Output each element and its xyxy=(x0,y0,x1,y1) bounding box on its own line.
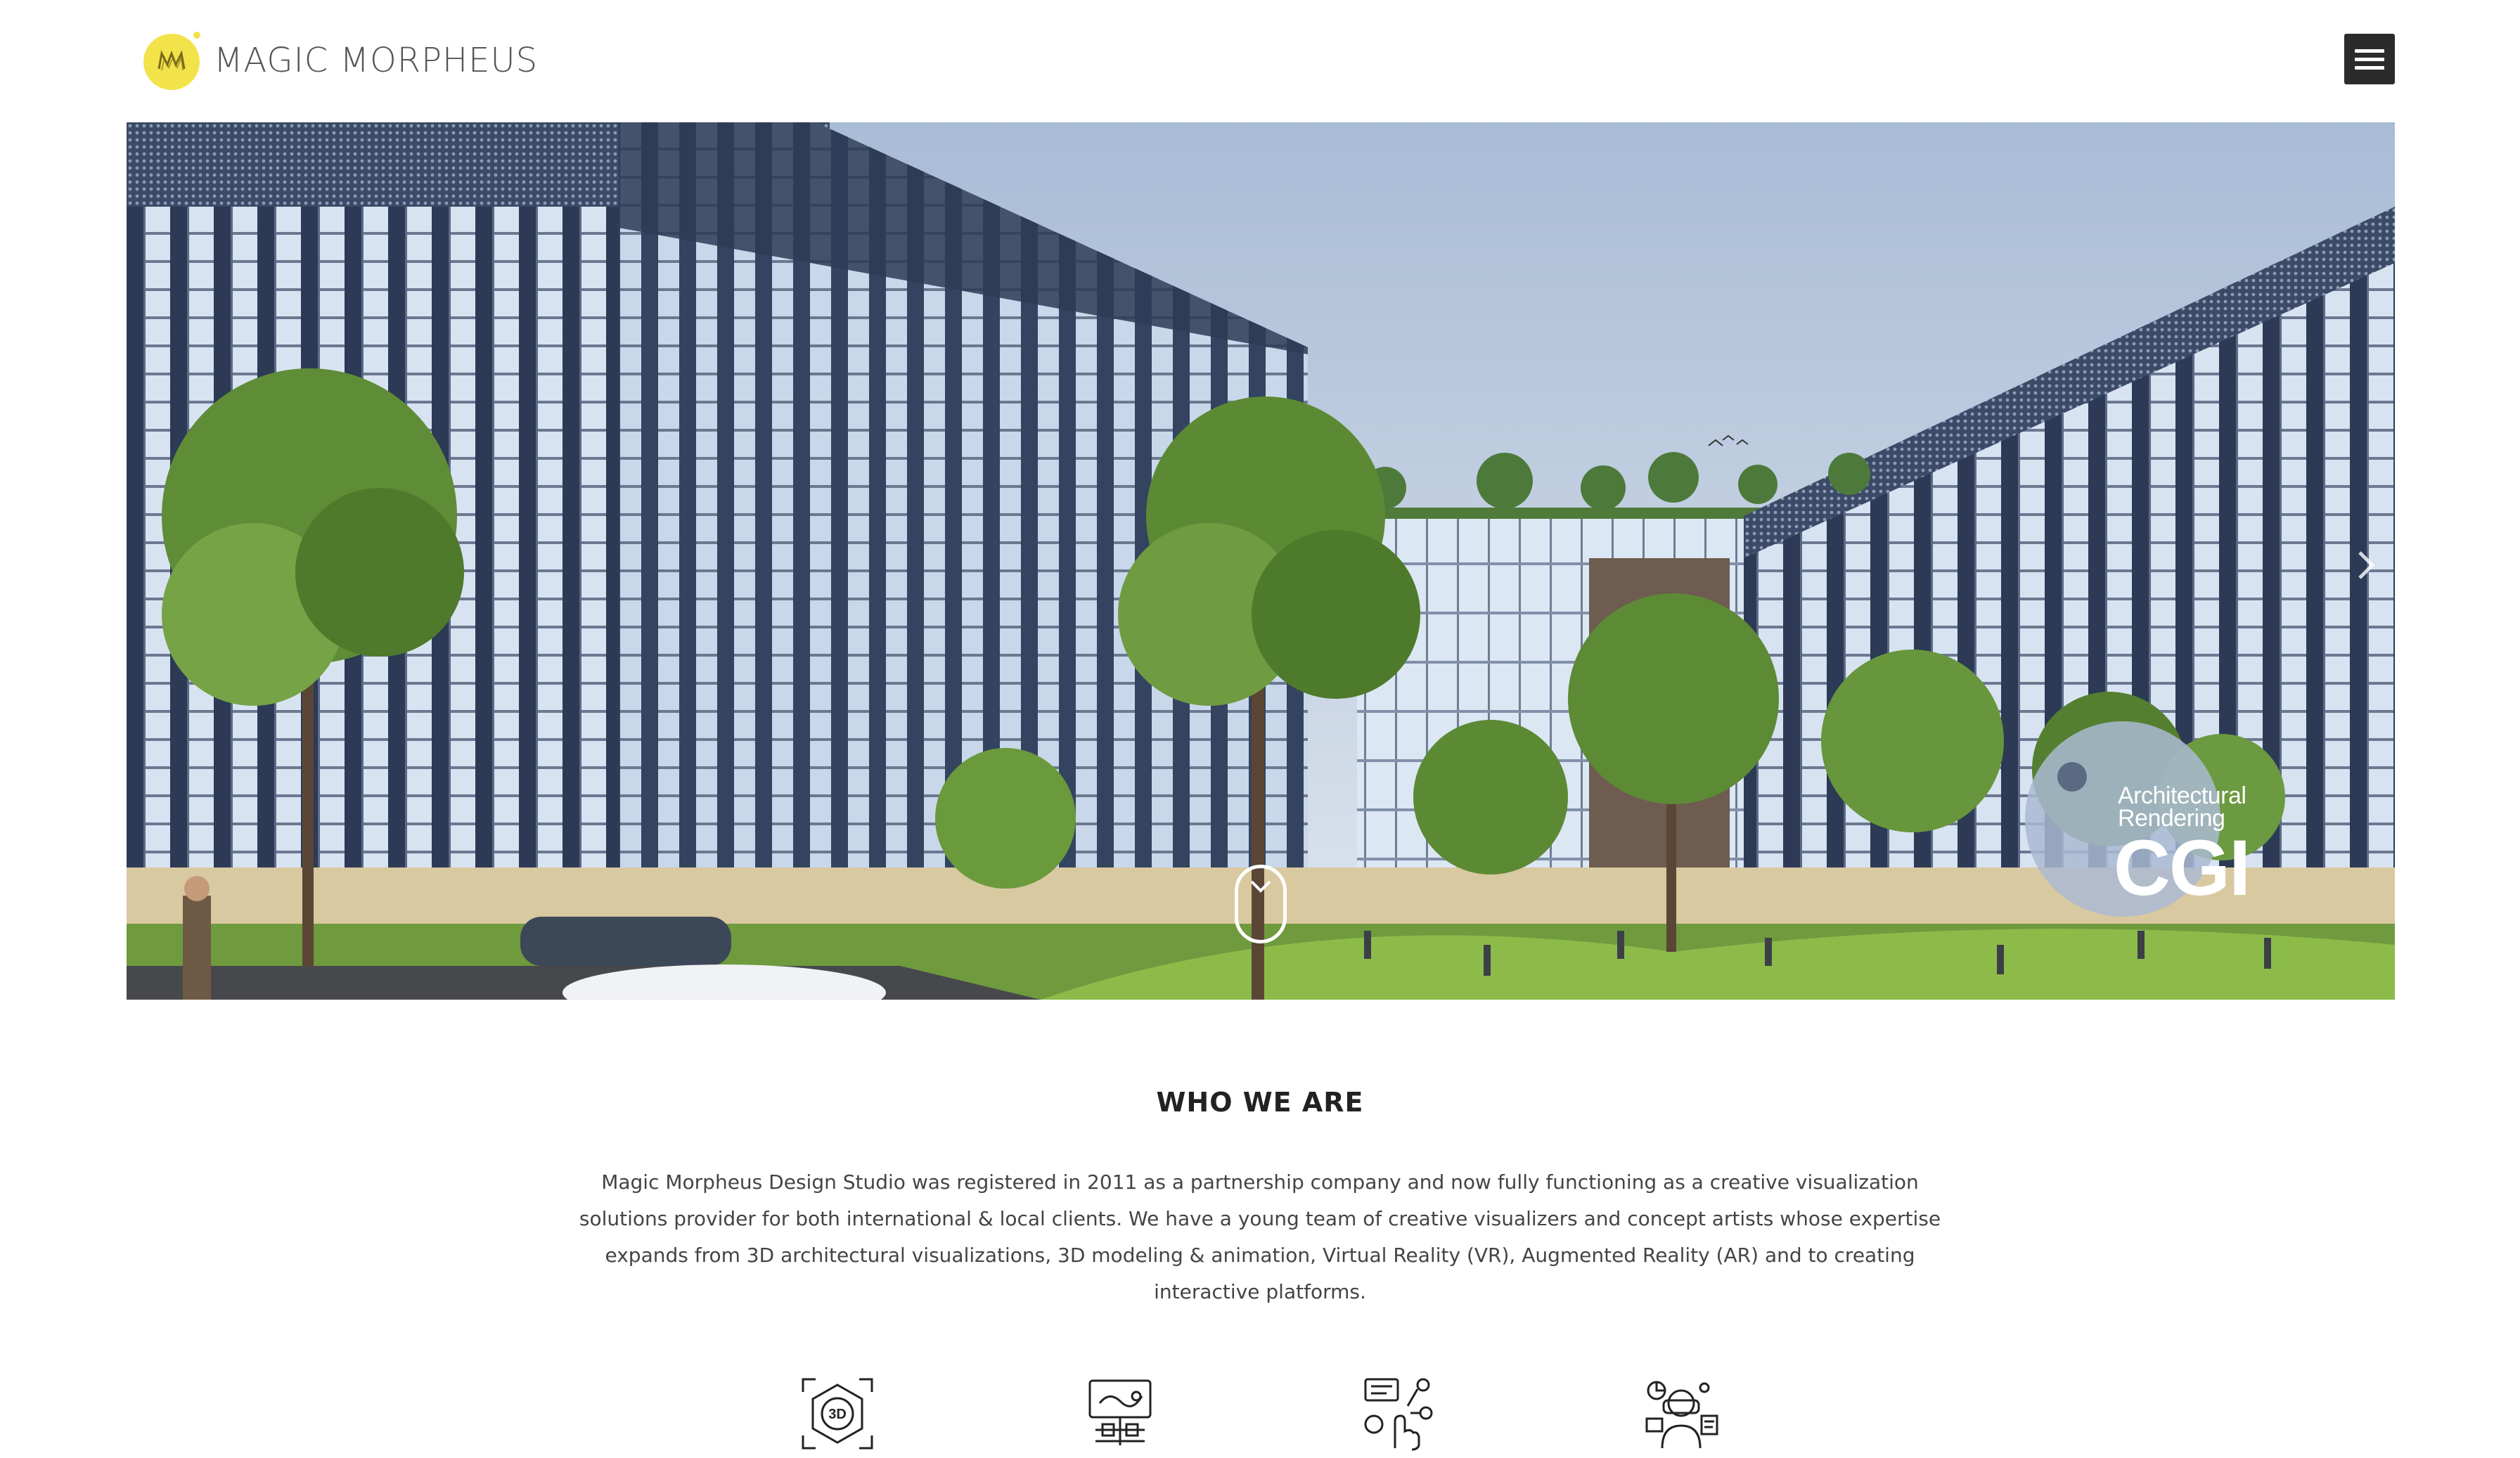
hero-image: Architectural Rendering CGI xyxy=(127,122,2395,1000)
section-title: WHO WE ARE xyxy=(1156,1087,1364,1118)
interactive-touch-icon[interactable] xyxy=(1361,1375,1439,1452)
about-paragraph: Magic Morpheus Design Studio was registe… xyxy=(579,1170,1941,1303)
brand-name: MAGIC MORPHEUS xyxy=(214,41,539,80)
hamburger-menu-icon[interactable] xyxy=(2344,34,2395,84)
svg-text:3D: 3D xyxy=(828,1407,847,1422)
badge-line-1: Architectural xyxy=(2118,782,2246,809)
brand-logo[interactable]: MAGIC MORPHEUS xyxy=(141,28,538,93)
virtual-reality-icon[interactable] xyxy=(1642,1375,1720,1452)
services-row: 3D xyxy=(0,1375,2520,1458)
architectural-plan-icon[interactable] xyxy=(1081,1375,1159,1452)
chevron-right-icon[interactable] xyxy=(2351,544,2382,586)
badge-cgi-text: CGI xyxy=(2114,824,2251,912)
magic-morpheus-logo-icon xyxy=(141,28,205,93)
3d-visualization-icon[interactable]: 3D xyxy=(799,1375,876,1452)
scroll-down-icon[interactable] xyxy=(1235,865,1287,943)
badge-subtitle: Architectural Rendering xyxy=(2118,782,2301,830)
